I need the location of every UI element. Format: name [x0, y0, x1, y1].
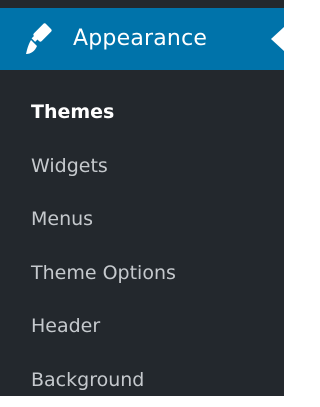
submenu-item-header[interactable]: Header: [0, 300, 284, 354]
paintbrush-icon: [22, 21, 58, 57]
appearance-submenu: Themes Widgets Menus Theme Options Heade…: [0, 86, 284, 407]
submenu-item-widgets[interactable]: Widgets: [0, 140, 284, 194]
submenu-item-themes[interactable]: Themes: [0, 86, 284, 140]
submenu-item-menus[interactable]: Menus: [0, 193, 284, 247]
current-menu-pointer: [271, 27, 284, 51]
appearance-menu-label: Appearance: [73, 8, 207, 70]
submenu-item-background[interactable]: Background: [0, 354, 284, 407]
submenu-item-theme-options[interactable]: Theme Options: [0, 247, 284, 301]
admin-sidebar-menu: Appearance Themes Widgets Menus Theme Op…: [0, 0, 284, 396]
appearance-menu-header[interactable]: Appearance: [0, 8, 284, 70]
